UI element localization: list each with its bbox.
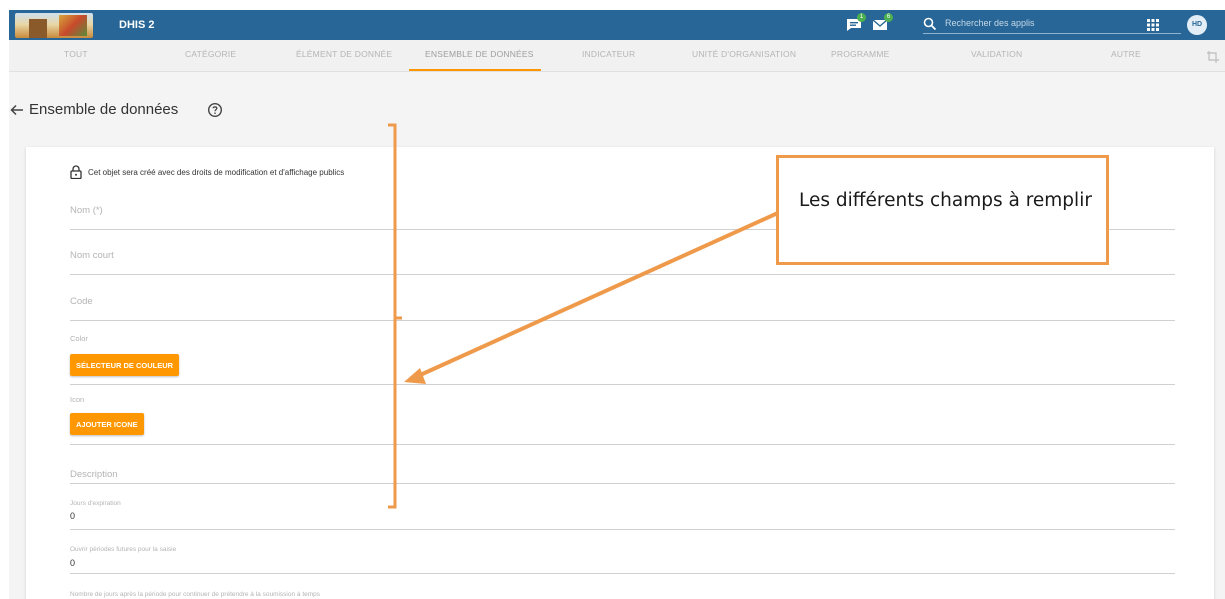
apps-grid-icon[interactable] bbox=[1147, 19, 1159, 31]
short-name-field-label: Nom court bbox=[70, 250, 114, 261]
color-picker-button[interactable]: SÉLECTEUR DE COULEUR bbox=[70, 354, 180, 376]
timely-days-label: Nombre de jours après la période pour co… bbox=[70, 591, 321, 598]
logo-flag-image bbox=[59, 15, 87, 36]
annotation-callout: Les différents champs à remplir bbox=[776, 155, 1109, 265]
future-periods-underline bbox=[70, 573, 1175, 574]
tab-programme[interactable]: PROGRAMME bbox=[831, 49, 889, 59]
tab-unite-d-organisation[interactable]: UNITÉ D'ORGANISATION bbox=[692, 49, 796, 59]
section-tabs: TOUT CATÉGORIE ÉLÉMENT DE DONNÉE ENSEMBL… bbox=[9, 40, 1225, 72]
icon-field-label: Icon bbox=[70, 395, 85, 404]
logo-tower-image bbox=[29, 19, 47, 38]
expiry-days-label: Jours d'expiration bbox=[70, 500, 121, 507]
callout-text: Les différents champs à remplir bbox=[799, 190, 1092, 211]
tab-tout[interactable]: TOUT bbox=[64, 49, 88, 59]
app-name: DHIS 2 bbox=[119, 19, 155, 31]
tab-validation[interactable]: VALIDATION bbox=[971, 49, 1022, 59]
active-tab-indicator bbox=[409, 69, 541, 71]
lock-icon bbox=[70, 165, 82, 179]
tab-ensemble-de-donnees[interactable]: ENSEMBLE DE DONNÉES bbox=[425, 49, 534, 59]
search-icon bbox=[923, 17, 937, 31]
code-field-label: Code bbox=[70, 296, 93, 307]
header-bar: DHIS 2 1 6 HD bbox=[9, 10, 1225, 40]
back-arrow-icon[interactable] bbox=[9, 102, 25, 118]
code-field-underline bbox=[70, 320, 1175, 321]
app-logo[interactable] bbox=[15, 13, 93, 38]
fields-bracket bbox=[388, 123, 402, 509]
future-periods-label: Ouvrir périodes futures pour la saisie bbox=[70, 546, 177, 553]
help-icon[interactable] bbox=[207, 102, 223, 118]
code-field[interactable] bbox=[70, 307, 1175, 321]
tab-categorie[interactable]: CATÉGORIE bbox=[185, 49, 236, 59]
app-frame: DHIS 2 1 6 HD TOUT bbox=[9, 10, 1225, 599]
expiry-days-field[interactable]: 0 bbox=[70, 511, 75, 521]
color-field-label: Color bbox=[70, 334, 88, 343]
app-search bbox=[923, 14, 1181, 34]
description-field[interactable] bbox=[70, 469, 1175, 483]
name-field-label: Nom (*) bbox=[70, 205, 103, 216]
color-field-underline bbox=[70, 384, 1175, 385]
tab-indicateur[interactable]: INDICATEUR bbox=[582, 49, 635, 59]
chat-badge: 1 bbox=[857, 13, 866, 22]
future-periods-field[interactable]: 0 bbox=[70, 558, 75, 568]
public-access-notice: Cet objet sera créé avec des droits de m… bbox=[88, 168, 345, 177]
tab-element-de-donnee[interactable]: ÉLÉMENT DE DONNÉE bbox=[296, 49, 392, 59]
page-title: Ensemble de données bbox=[29, 101, 179, 118]
description-field-underline bbox=[70, 483, 1175, 484]
add-icon-button[interactable]: AJOUTER ICONE bbox=[70, 413, 144, 435]
icon-field-underline bbox=[70, 444, 1175, 445]
mail-badge: 6 bbox=[884, 13, 893, 22]
search-input[interactable] bbox=[945, 15, 1175, 31]
user-avatar[interactable]: HD bbox=[1187, 15, 1207, 35]
tab-autre[interactable]: AUTRE bbox=[1111, 49, 1141, 59]
short-name-field-underline bbox=[70, 274, 1175, 275]
tab-overflow-icon[interactable] bbox=[1206, 50, 1220, 64]
expiry-days-underline bbox=[70, 529, 1175, 530]
